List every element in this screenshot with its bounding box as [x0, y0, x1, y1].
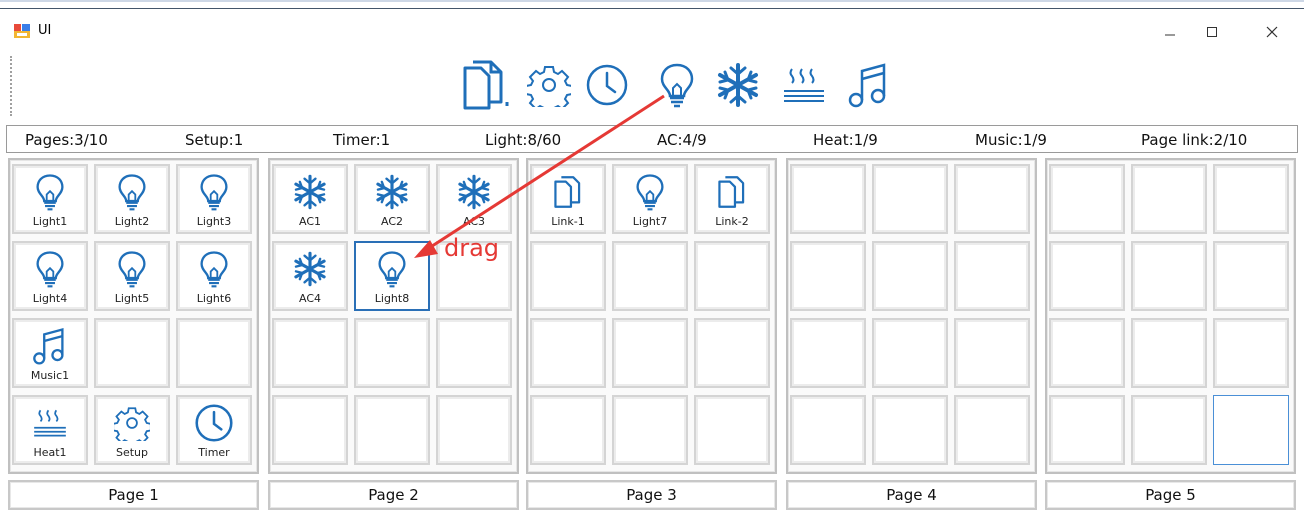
drag-arrow-overlay: [414, 94, 665, 258]
drag-arrow: [425, 94, 665, 252]
drag-label: drag: [444, 234, 500, 262]
drag-arrow-head: [414, 240, 438, 258]
